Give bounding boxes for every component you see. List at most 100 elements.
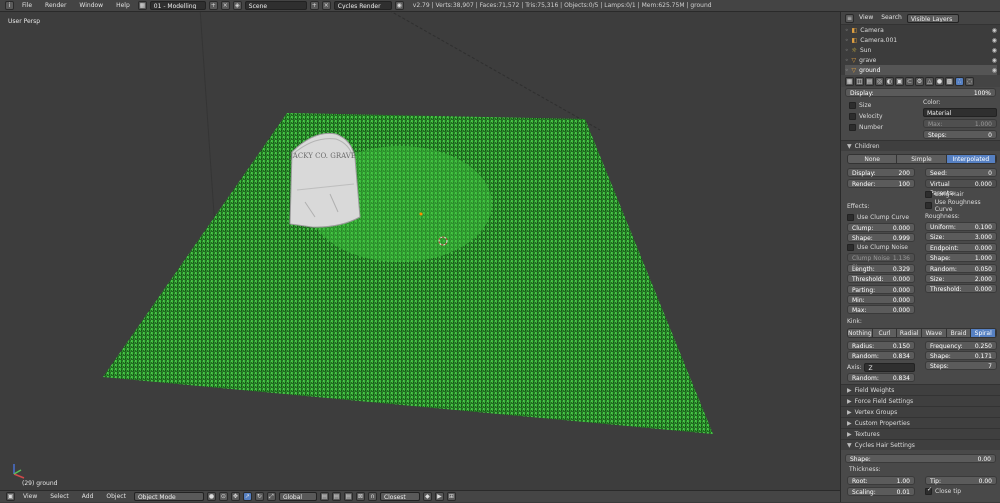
clump-shape-field[interactable]: Shape: 0.999 [847, 233, 915, 242]
use-clump-curve-checkbox[interactable]: Use Clump Curve [847, 212, 915, 223]
color-steps-field[interactable]: Steps: 0 [923, 130, 997, 139]
render-tab-icon[interactable]: ◫ [855, 76, 864, 86]
kink-mode-nothing[interactable]: Nothing [848, 329, 873, 337]
parting-max-field[interactable]: Max: 0.000 [847, 305, 915, 314]
snap-element-icon[interactable]: ◆ [422, 492, 432, 501]
menu-view[interactable]: View [18, 491, 42, 503]
length-field[interactable]: Length: 0.329 [847, 264, 915, 273]
world-tab-icon[interactable]: ◐ [885, 76, 894, 86]
scene-select[interactable]: Scene [244, 1, 307, 10]
roughness-random-field[interactable]: Random: 0.050 [925, 264, 997, 273]
visibility-eye-icon[interactable]: ◉ [992, 67, 997, 74]
cycles-hair-settings-panel[interactable]: ▼ Cycles Hair Settings [841, 439, 1000, 450]
layout-grid-icon[interactable]: ▦ [137, 1, 147, 10]
kink-axis-select[interactable]: Z [864, 362, 915, 372]
checkbox-box[interactable] [925, 488, 932, 495]
outliner-item-sun[interactable]: ◦ ☼ Sun ◉ [845, 45, 997, 55]
kink-radius-field[interactable]: Radius: 0.150 [847, 341, 915, 350]
kink-mode-braid[interactable]: Braid [946, 329, 972, 337]
outliner-item-ground[interactable]: ◦ ▽ ground ◉ [845, 65, 997, 75]
checkbox-box[interactable] [925, 191, 932, 198]
kink-random-field[interactable]: Random: 0.834 [847, 351, 915, 360]
roughness-threshold-field[interactable]: Threshold: 0.000 [925, 284, 997, 293]
scene-tab-icon[interactable]: ◎ [875, 76, 884, 86]
screen-layout-select[interactable]: 01 - Modelling [149, 1, 206, 10]
kink-mode-radial[interactable]: Radial [897, 329, 923, 337]
textures-panel[interactable]: ▶ Textures [841, 428, 1000, 439]
tab-view[interactable]: View [856, 12, 876, 24]
layers-icon[interactable]: ▤ [331, 492, 341, 501]
use-roughness-curve-checkbox[interactable]: Use Roughness Curve [925, 199, 997, 213]
editor-type-icon[interactable]: ▣ [6, 492, 15, 501]
roughness-shape-field[interactable]: Shape: 1.000 [925, 253, 997, 262]
render-engine-select[interactable]: Cycles Render [333, 1, 392, 10]
color-mode-select[interactable]: Material [923, 108, 997, 117]
clump-field[interactable]: Clump: 0.000 [847, 223, 915, 232]
remove-scene-icon[interactable]: × [321, 1, 331, 10]
menu-render[interactable]: Render [40, 0, 71, 12]
threshold-field[interactable]: Threshold: 0.000 [847, 274, 915, 283]
outliner-item-grave[interactable]: ◦ ▽ grave ◉ [845, 55, 997, 65]
rotate-icon[interactable]: ↻ [254, 492, 264, 501]
clump-noise-size-field[interactable]: Clump Noise Si 1.136 [847, 253, 915, 271]
layers-icon[interactable]: ▤ [319, 492, 329, 501]
roughness-size-field[interactable]: Size: 3.000 [925, 232, 997, 241]
seed-field[interactable]: Seed: 0 [925, 168, 997, 177]
editor-type-icon[interactable]: i [5, 1, 14, 10]
snap-magnet-icon[interactable]: ∩ [367, 492, 377, 501]
outliner-type-icon[interactable]: ≡ [845, 13, 854, 23]
display-mode-select[interactable]: Visible Layers [906, 13, 959, 23]
children-mode-interpolated[interactable]: Interpolated [946, 155, 996, 163]
outliner-item-camera001[interactable]: ◦ ◧ Camera.001 ◉ [845, 35, 997, 45]
children-mode-none[interactable]: None [848, 155, 898, 163]
snap-target-select[interactable]: Closest [379, 492, 420, 501]
parting-min-field[interactable]: Min: 0.000 [847, 295, 915, 304]
visibility-eye-icon[interactable]: ◉ [992, 37, 997, 44]
children-display-field[interactable]: Display: 200 [847, 168, 915, 177]
menu-object[interactable]: Object [101, 491, 131, 503]
kink-steps-field[interactable]: Steps: 7 [925, 361, 997, 370]
add-layout-icon[interactable]: + [208, 1, 218, 10]
checkbox-box[interactable] [849, 102, 856, 109]
cycles-shape-field[interactable]: Shape: 0.00 [845, 453, 996, 463]
menu-add[interactable]: Add [77, 491, 99, 503]
use-clump-noise-checkbox[interactable]: Use Clump Noise [847, 242, 915, 253]
checkbox-box[interactable] [849, 124, 856, 131]
tip-thickness-field[interactable]: Tip: 0.00 [925, 476, 997, 485]
number-checkbox[interactable]: Number [849, 122, 919, 133]
roughness-uniform-field[interactable]: Uniform: 0.100 [925, 222, 997, 231]
virtual-parents-field[interactable]: Virtual Parents: 0.000 [925, 179, 997, 197]
outliner-item-camera[interactable]: ◦ ◧ Camera ◉ [845, 25, 997, 35]
display-percentage-field[interactable]: Display: 100% [845, 87, 996, 97]
menu-file[interactable]: File [17, 0, 37, 12]
roughness-endpoint-field[interactable]: Endpoint: 0.000 [925, 243, 997, 252]
constraints-tab-icon[interactable]: ⊂ [905, 76, 914, 86]
3d-viewport[interactable]: JACKY CO. GRAVE User Persp (29) ground [0, 12, 840, 490]
kink-mode-wave[interactable]: Wave [922, 329, 947, 337]
viewport-shading-icon[interactable]: ● [206, 492, 216, 501]
vertex-groups-panel[interactable]: ▶ Vertex Groups [841, 406, 1000, 417]
parting-field[interactable]: Parting: 0.000 [847, 285, 915, 294]
checkbox-box[interactable] [925, 202, 932, 209]
visibility-eye-icon[interactable]: ◉ [992, 47, 997, 54]
object-tab-icon[interactable]: ▣ [895, 76, 904, 86]
translate-icon[interactable]: ↗ [242, 492, 252, 501]
gravestone[interactable] [289, 132, 361, 228]
roughness-size2-field[interactable]: Size: 2.000 [925, 274, 997, 283]
force-field-settings-panel[interactable]: ▶ Force Field Settings [841, 395, 1000, 406]
render-animation-icon[interactable]: ⊞ [446, 492, 456, 501]
data-tab-icon[interactable]: △ [925, 76, 934, 86]
visibility-eye-icon[interactable]: ◉ [992, 27, 997, 34]
layers-tab-icon[interactable]: ▤ [865, 76, 874, 86]
children-mode-simple[interactable]: Simple [897, 155, 947, 163]
kink-random2-field[interactable]: Random: 0.834 [847, 373, 915, 382]
scaling-field[interactable]: Scaling: 0.01 [847, 487, 915, 496]
orientation-select[interactable]: Global [278, 492, 317, 501]
menu-help[interactable]: Help [111, 0, 135, 12]
scene-icon[interactable]: ◈ [232, 1, 242, 10]
kink-mode-curl[interactable]: Curl [872, 329, 898, 337]
modifiers-tab-icon[interactable]: ⚙ [915, 76, 924, 86]
children-panel-header[interactable]: ▼ Children [841, 140, 1000, 151]
menu-window[interactable]: Window [74, 0, 108, 12]
physics-tab-icon[interactable]: ◌ [965, 76, 974, 86]
